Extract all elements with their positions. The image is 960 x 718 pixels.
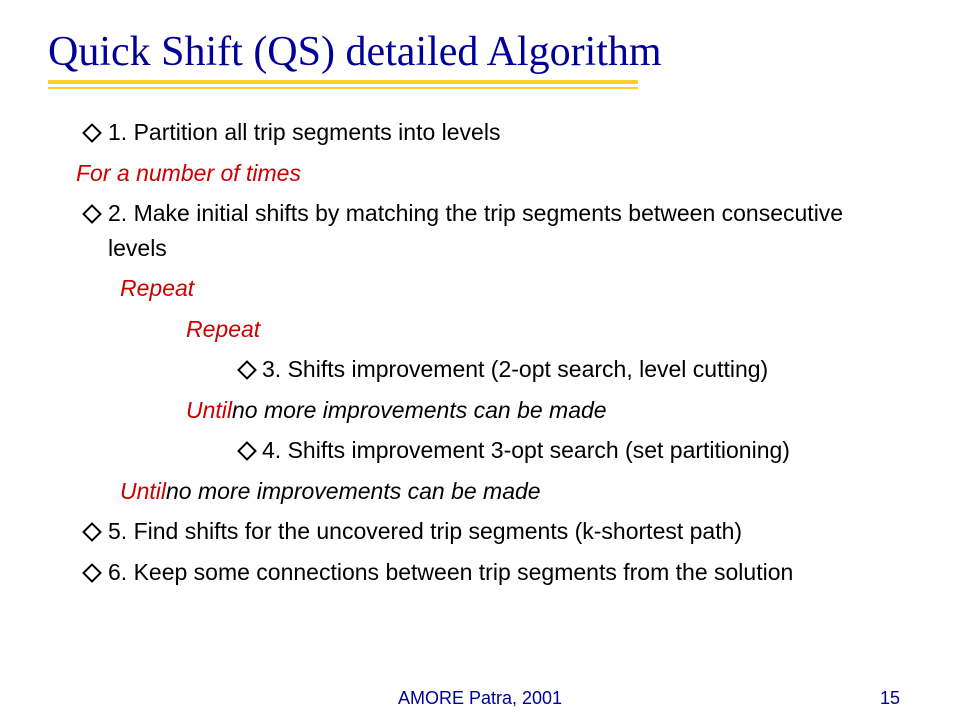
bullet-item-4: 4. Shifts improvement 3-opt search (set … (232, 433, 912, 468)
diamond-bullet-icon (76, 555, 108, 590)
repeat-line-2: Repeat (186, 312, 912, 347)
for-line: For a number of times (76, 156, 912, 191)
until-line-1: Until no more improvements can be made (186, 393, 912, 428)
bullet-item-1: 1. Partition all trip segments into leve… (76, 115, 912, 150)
until-2-prefix: Until (120, 474, 166, 509)
slide-body: 1. Partition all trip segments into leve… (48, 115, 912, 589)
diamond-bullet-icon (232, 433, 262, 468)
repeat-line-1: Repeat (120, 271, 912, 306)
bullet-item-5: 5. Find shifts for the uncovered trip se… (76, 514, 912, 549)
until-line-2: Until no more improvements can be made (120, 474, 912, 509)
slide-title: Quick Shift (QS) detailed Algorithm (48, 28, 912, 76)
item-1-text: 1. Partition all trip segments into leve… (108, 115, 500, 150)
until-2-rest: no more improvements can be made (166, 474, 541, 509)
item-4-text: 4. Shifts improvement 3-opt search (set … (262, 433, 790, 468)
diamond-bullet-icon (76, 514, 108, 549)
item-5-text: 5. Find shifts for the uncovered trip se… (108, 514, 742, 549)
item-2-text: 2. Make initial shifts by matching the t… (108, 196, 868, 265)
title-underline (48, 80, 638, 89)
for-line-text: For a number of times (76, 156, 301, 191)
repeat-2-text: Repeat (186, 312, 260, 347)
footer-page-number: 15 (880, 688, 900, 709)
diamond-bullet-icon (76, 196, 108, 231)
bullet-item-6: 6. Keep some connections between trip se… (76, 555, 912, 590)
footer-center: AMORE Patra, 2001 (0, 688, 960, 709)
diamond-bullet-icon (76, 115, 108, 150)
repeat-1-text: Repeat (120, 271, 194, 306)
diamond-bullet-icon (232, 352, 262, 387)
item-6-text: 6. Keep some connections between trip se… (108, 555, 793, 590)
slide: Quick Shift (QS) detailed Algorithm 1. P… (0, 0, 960, 718)
bullet-item-3: 3. Shifts improvement (2-opt search, lev… (232, 352, 912, 387)
item-3-text: 3. Shifts improvement (2-opt search, lev… (262, 352, 768, 387)
until-1-rest: no more improvements can be made (232, 393, 607, 428)
until-1-prefix: Until (186, 393, 232, 428)
bullet-item-2: 2. Make initial shifts by matching the t… (76, 196, 912, 265)
